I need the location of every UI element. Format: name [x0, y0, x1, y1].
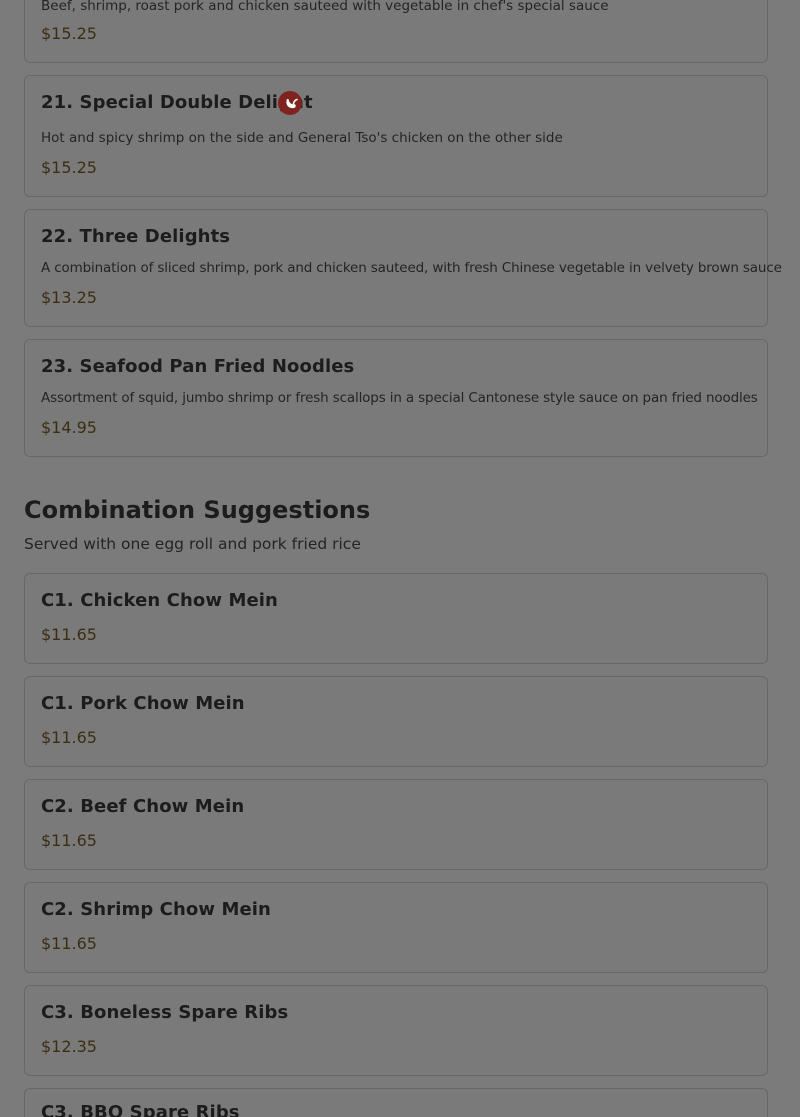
item-price: $11.65	[41, 831, 97, 850]
menu-item-card[interactable]: Beef, shrimp, roast pork and chicken sau…	[24, 0, 768, 63]
item-price: $11.65	[41, 728, 97, 747]
menu-item-card[interactable]: C2. Shrimp Chow Mein $11.65	[24, 882, 768, 973]
section-subtitle: Served with one egg roll and pork fried …	[24, 535, 361, 553]
item-name: C3. BBQ Spare Ribs	[41, 1102, 240, 1117]
section-title: Combination Suggestions	[24, 496, 371, 524]
item-name: C3. Boneless Spare Ribs	[41, 1002, 289, 1023]
menu-item-card[interactable]: 21. Special Double Delight Hot and spicy…	[24, 75, 768, 197]
menu-item-card[interactable]: C2. Beef Chow Mein $11.65	[24, 779, 768, 870]
item-price: $14.95	[41, 418, 97, 437]
menu-item-card[interactable]: 23. Seafood Pan Fried Noodles Assortment…	[24, 339, 768, 457]
item-name: 23. Seafood Pan Fried Noodles	[41, 356, 355, 377]
item-description: Assortment of squid, jumbo shrimp or fre…	[41, 390, 758, 406]
item-name: 22. Three Delights	[41, 226, 231, 247]
item-description: Beef, shrimp, roast pork and chicken sau…	[41, 0, 609, 14]
item-name: 21. Special Double Delight	[41, 92, 313, 113]
item-price: $15.25	[41, 158, 97, 177]
spicy-pepper-icon	[278, 91, 302, 115]
item-price: $12.35	[41, 1037, 97, 1056]
menu-item-card[interactable]: C3. Boneless Spare Ribs $12.35	[24, 985, 768, 1076]
item-price: $11.65	[41, 934, 97, 953]
item-name: C2. Beef Chow Mein	[41, 796, 245, 817]
item-description: A combination of sliced shrimp, pork and…	[41, 260, 782, 276]
item-name: C2. Shrimp Chow Mein	[41, 899, 271, 920]
menu-item-card[interactable]: C1. Chicken Chow Mein $11.65	[24, 573, 768, 664]
item-price: $15.25	[41, 24, 97, 43]
item-price: $13.25	[41, 288, 97, 307]
menu-item-card[interactable]: C3. BBQ Spare Ribs	[24, 1088, 768, 1117]
item-name: C1. Chicken Chow Mein	[41, 590, 278, 611]
item-description: Hot and spicy shrimp on the side and Gen…	[41, 130, 563, 146]
menu-item-card[interactable]: C1. Pork Chow Mein $11.65	[24, 676, 768, 767]
menu-item-card[interactable]: 22. Three Delights A combination of slic…	[24, 209, 782, 327]
item-price: $11.65	[41, 625, 97, 644]
item-name: C1. Pork Chow Mein	[41, 693, 245, 714]
